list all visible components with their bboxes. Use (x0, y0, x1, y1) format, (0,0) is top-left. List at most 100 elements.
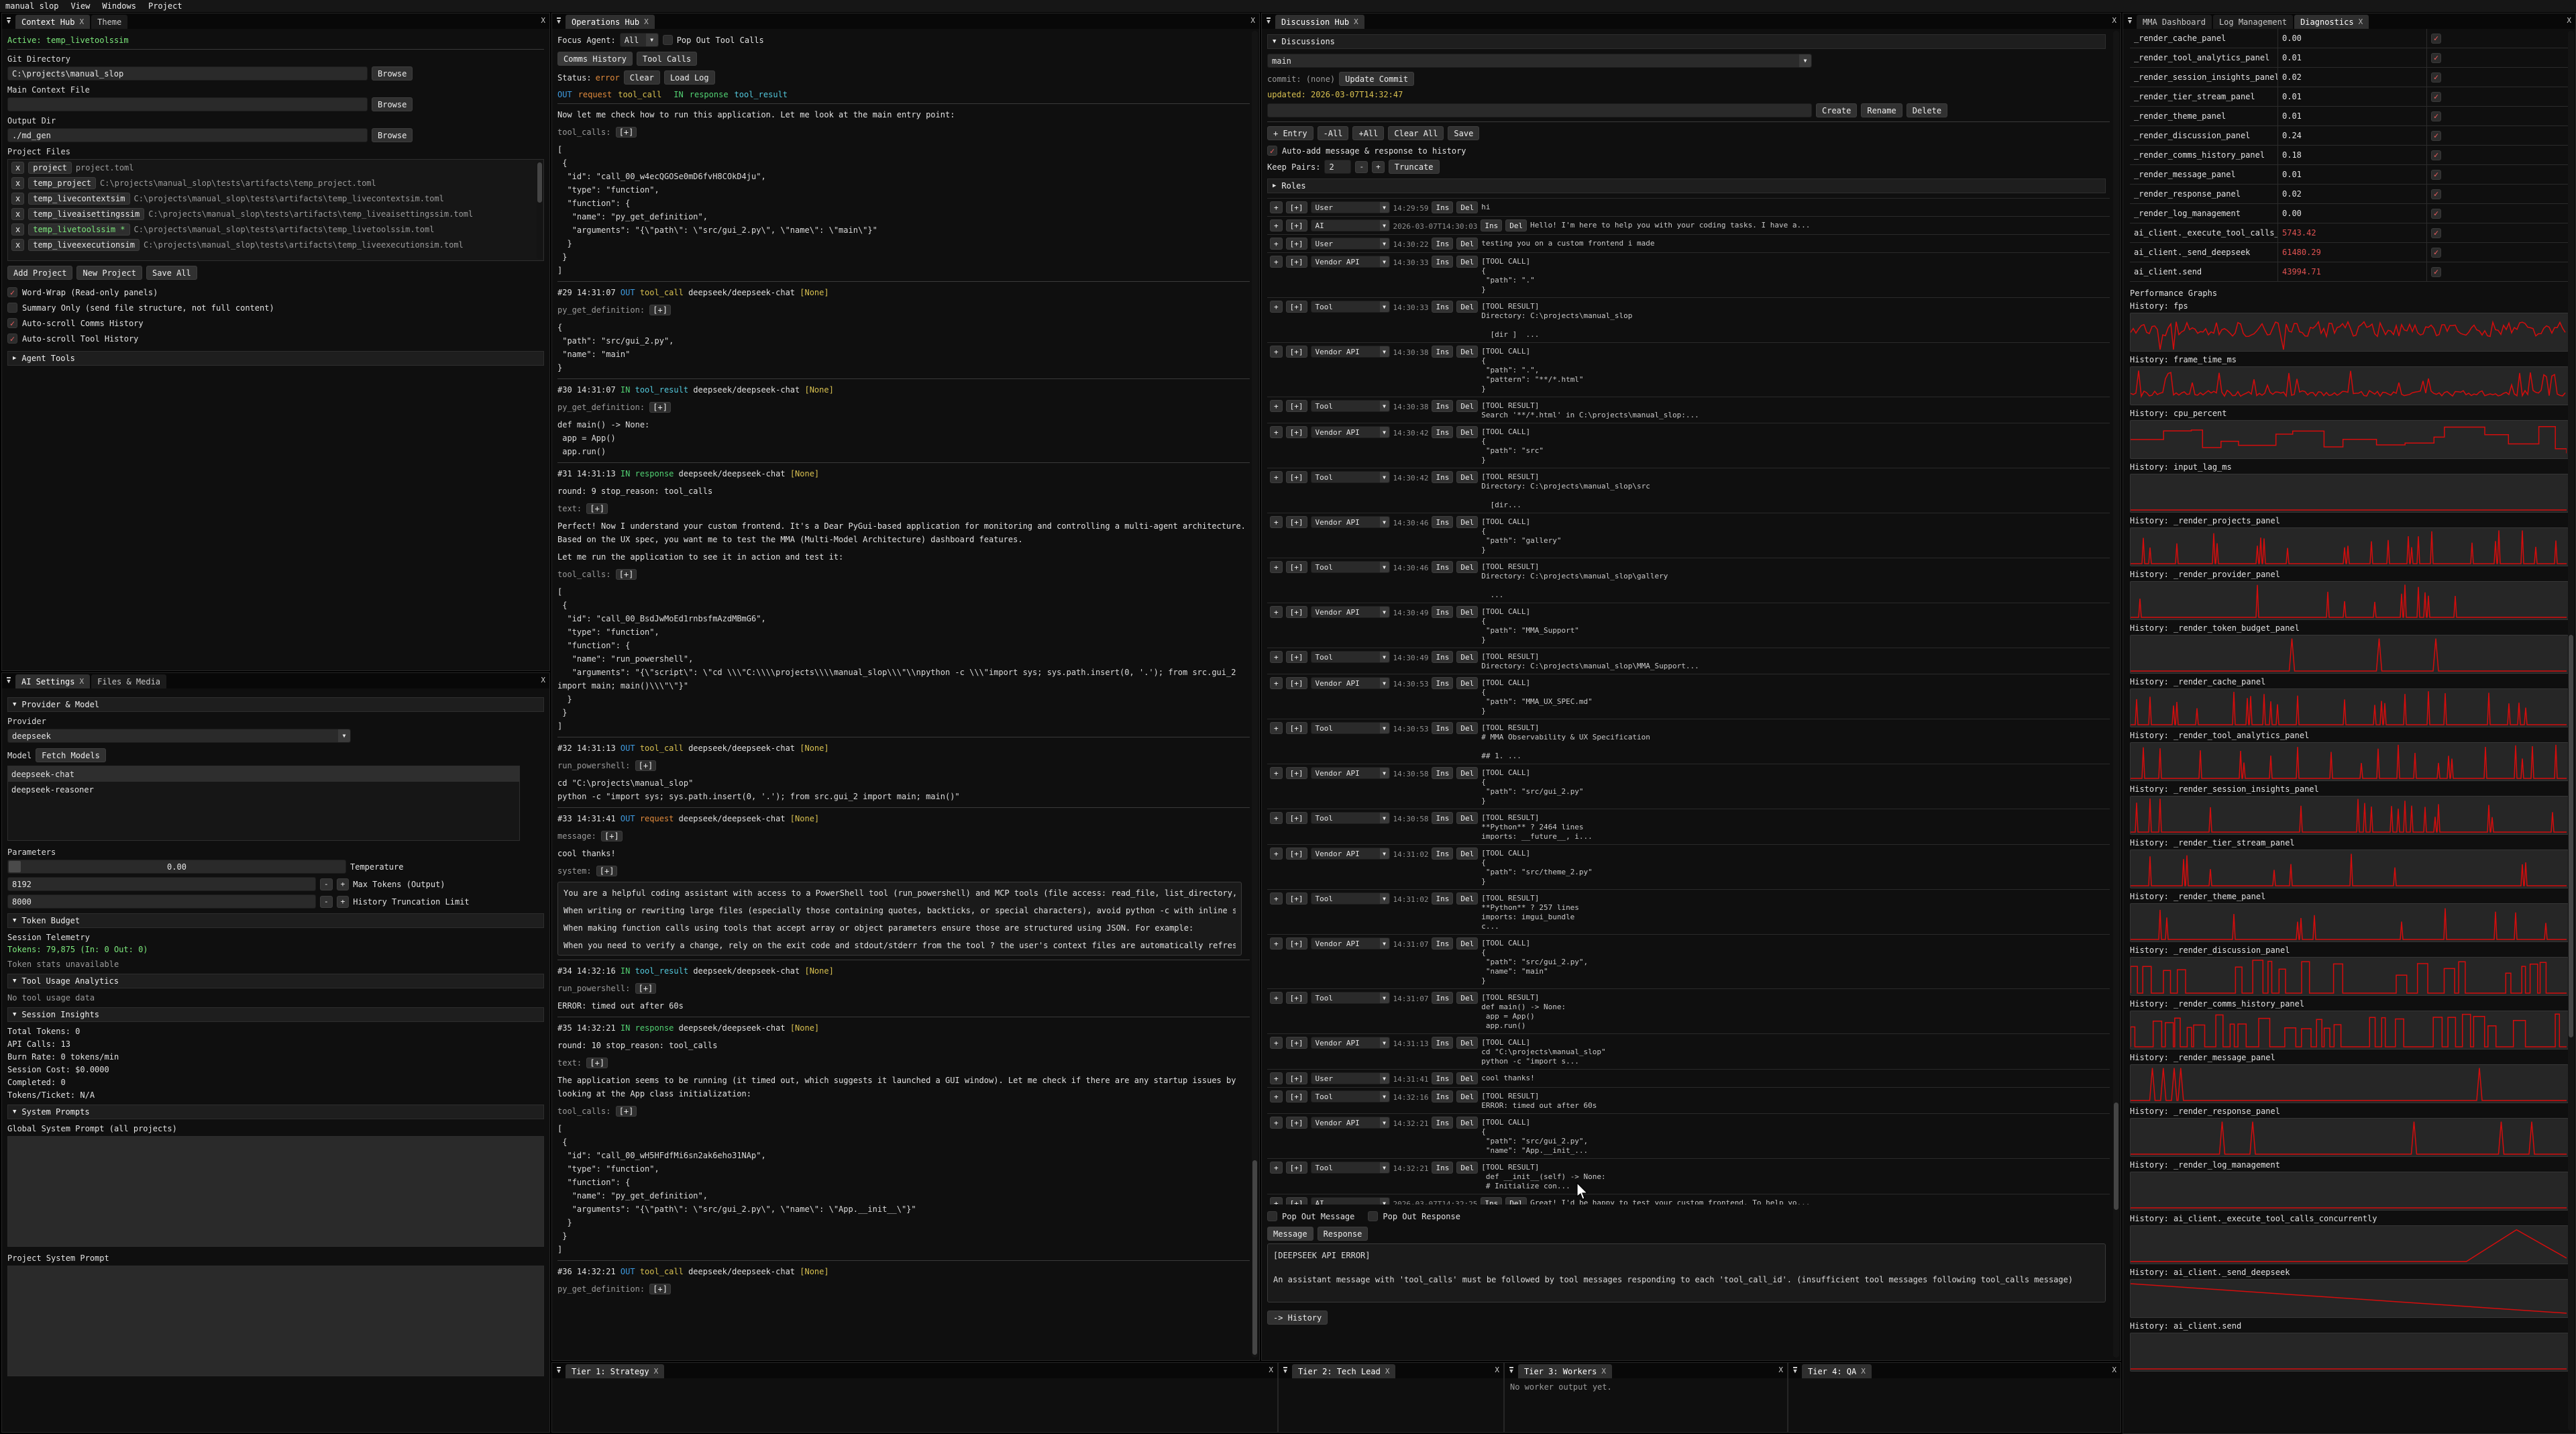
row-add-button[interactable]: + (1270, 1037, 1283, 1049)
row-expand-button[interactable]: [+] (1286, 1090, 1307, 1103)
tab-tool-calls[interactable]: Tool Calls (637, 52, 697, 66)
tab-files-&-media[interactable]: Files & Media (91, 674, 166, 688)
role-combo[interactable]: User▼ (1311, 238, 1390, 250)
row-delete-button[interactable]: Del (1456, 471, 1478, 483)
remove-project-button[interactable]: x (11, 223, 24, 236)
row-insert-button[interactable]: Ins (1432, 400, 1453, 412)
model-list-item[interactable]: deepseek-chat (8, 766, 519, 782)
main-context-input[interactable] (7, 97, 368, 111)
diag-checkbox[interactable]: ✓ (2431, 72, 2441, 83)
row-delete-button[interactable]: Del (1456, 256, 1478, 268)
row-expand-button[interactable]: [+] (1286, 1072, 1307, 1084)
row-insert-button[interactable]: Ins (1432, 301, 1453, 313)
row-expand-button[interactable]: [+] (1286, 201, 1307, 213)
row-insert-button[interactable]: Ins (1432, 606, 1453, 618)
tab-response[interactable]: Response (1318, 1227, 1368, 1241)
window-collapse-icon[interactable]: ▼ (1262, 13, 1275, 29)
history-trunc-plus-button[interactable]: + (337, 896, 350, 908)
rename-button[interactable]: Rename (1861, 103, 1902, 117)
close-icon[interactable]: X (541, 676, 545, 684)
keep-pairs-plus-button[interactable]: + (1372, 161, 1385, 173)
row-expand-button[interactable]: [+] (1286, 1197, 1307, 1205)
max-tokens-minus-button[interactable]: - (320, 878, 333, 890)
max-tokens-plus-button[interactable]: + (337, 878, 350, 890)
role-combo[interactable]: Vendor API▼ (1311, 848, 1390, 860)
row-insert-button[interactable]: Ins (1432, 1090, 1453, 1103)
project-file-row[interactable]: xtemp_livecontextsimC:\projects\manual_s… (8, 191, 543, 206)
row-add-button[interactable]: + (1270, 346, 1283, 358)
row-insert-button[interactable]: Ins (1432, 426, 1453, 438)
role-combo[interactable]: Vendor API▼ (1311, 256, 1390, 268)
row-delete-button[interactable]: Del (1456, 561, 1478, 573)
token-budget-header[interactable]: ▼ Token Budget (7, 913, 544, 928)
row-delete-button[interactable]: Del (1456, 937, 1478, 950)
keep-pairs-minus-button[interactable]: - (1355, 161, 1368, 173)
tab-tier-2-tech-lead[interactable]: Tier 2: Tech LeadX (1292, 1364, 1395, 1378)
row-insert-button[interactable]: Ins (1432, 238, 1453, 250)
session-insights-header[interactable]: ▼ Session Insights (7, 1007, 544, 1022)
role-combo[interactable]: Tool▼ (1311, 561, 1390, 573)
popout-response-checkbox[interactable] (1368, 1211, 1378, 1221)
operations-scrollbar[interactable] (1252, 31, 1258, 1358)
row-delete-button[interactable]: Del (1505, 1197, 1527, 1205)
window-collapse-icon[interactable]: ▼ (1788, 1363, 1802, 1378)
row-delete-button[interactable]: Del (1456, 1037, 1478, 1049)
expand-button[interactable]: [+] (649, 1284, 671, 1294)
close-icon[interactable]: X (1495, 1366, 1499, 1374)
tab-log-management[interactable]: Log Management (2213, 15, 2293, 29)
menu-item-view[interactable]: View (70, 1, 90, 11)
window-collapse-icon[interactable]: ▼ (1505, 1363, 1518, 1378)
tab-close-icon[interactable]: X (79, 677, 84, 686)
agent-tools-header[interactable]: ▶ Agent Tools (7, 351, 544, 366)
role-combo[interactable]: Tool▼ (1311, 400, 1390, 412)
popout-message-checkbox[interactable] (1267, 1211, 1277, 1221)
row-delete-button[interactable]: Del (1456, 1090, 1478, 1103)
menu-item-windows[interactable]: Windows (102, 1, 136, 11)
expand-button[interactable]: [+] (616, 1106, 637, 1117)
tab-discussion-hub[interactable]: Discussion HubX (1275, 15, 1364, 29)
row-expand-button[interactable]: [+] (1286, 677, 1307, 689)
row-insert-button[interactable]: Ins (1432, 812, 1453, 824)
tab-close-icon[interactable]: X (644, 17, 649, 26)
discussion-rows-list[interactable]: +[+]User▼14:29:59InsDelhi+[+]AI▼2026-03-… (1267, 198, 2110, 1205)
clear-button[interactable]: Clear (624, 70, 660, 85)
max-tokens-input[interactable]: 8192 (7, 877, 316, 891)
row-delete-button[interactable]: Del (1456, 848, 1478, 860)
row-insert-button[interactable]: Ins (1432, 848, 1453, 860)
row-insert-button[interactable]: Ins (1432, 722, 1453, 734)
row-delete-button[interactable]: Del (1456, 606, 1478, 618)
row-add-button[interactable]: + (1270, 1162, 1283, 1174)
role-combo[interactable]: Tool▼ (1311, 722, 1390, 734)
row-delete-button[interactable]: Del (1456, 1162, 1478, 1174)
row-expand-button[interactable]: [+] (1286, 471, 1307, 483)
role-combo[interactable]: Vendor API▼ (1311, 346, 1390, 358)
system-prompt-box[interactable]: You are a helpful coding assistant with … (557, 882, 1242, 956)
role-combo[interactable]: Tool▼ (1311, 301, 1390, 313)
project-files-list[interactable]: xprojectproject.tomlxtemp_projectC:\proj… (7, 159, 544, 261)
save-all-button[interactable]: Save All (146, 266, 197, 280)
remove-project-button[interactable]: x (11, 193, 24, 205)
window-collapse-icon[interactable]: ▼ (1279, 1363, 1292, 1378)
-all-button[interactable]: -All (1318, 126, 1349, 140)
row-insert-button[interactable]: Ins (1432, 561, 1453, 573)
main-context-browse-button[interactable]: Browse (372, 97, 413, 111)
row-add-button[interactable]: + (1270, 1090, 1283, 1103)
checkbox[interactable]: ✓ (7, 334, 17, 344)
row-insert-button[interactable]: Ins (1432, 471, 1453, 483)
row-add-button[interactable]: + (1270, 1072, 1283, 1084)
diagnostics-scrollbar[interactable] (2568, 31, 2574, 1431)
row-insert-button[interactable]: Ins (1432, 937, 1453, 950)
delete-button[interactable]: Delete (1907, 103, 1947, 117)
row-expand-button[interactable]: [+] (1286, 606, 1307, 618)
close-icon[interactable]: X (1778, 1366, 1783, 1374)
row-insert-button[interactable]: Ins (1481, 1197, 1502, 1205)
truncate-button[interactable]: Truncate (1389, 160, 1440, 174)
row-expand-button[interactable]: [+] (1286, 561, 1307, 573)
row-add-button[interactable]: + (1270, 561, 1283, 573)
close-icon[interactable]: X (2112, 16, 2116, 25)
row-expand-button[interactable]: [+] (1286, 400, 1307, 412)
history-trunc-input[interactable]: 8000 (7, 894, 316, 909)
row-delete-button[interactable]: Del (1456, 651, 1478, 663)
window-collapse-icon[interactable]: ▼ (552, 13, 566, 29)
project-file-row[interactable]: xtemp_livetoolssim *C:\projects\manual_s… (8, 221, 543, 237)
